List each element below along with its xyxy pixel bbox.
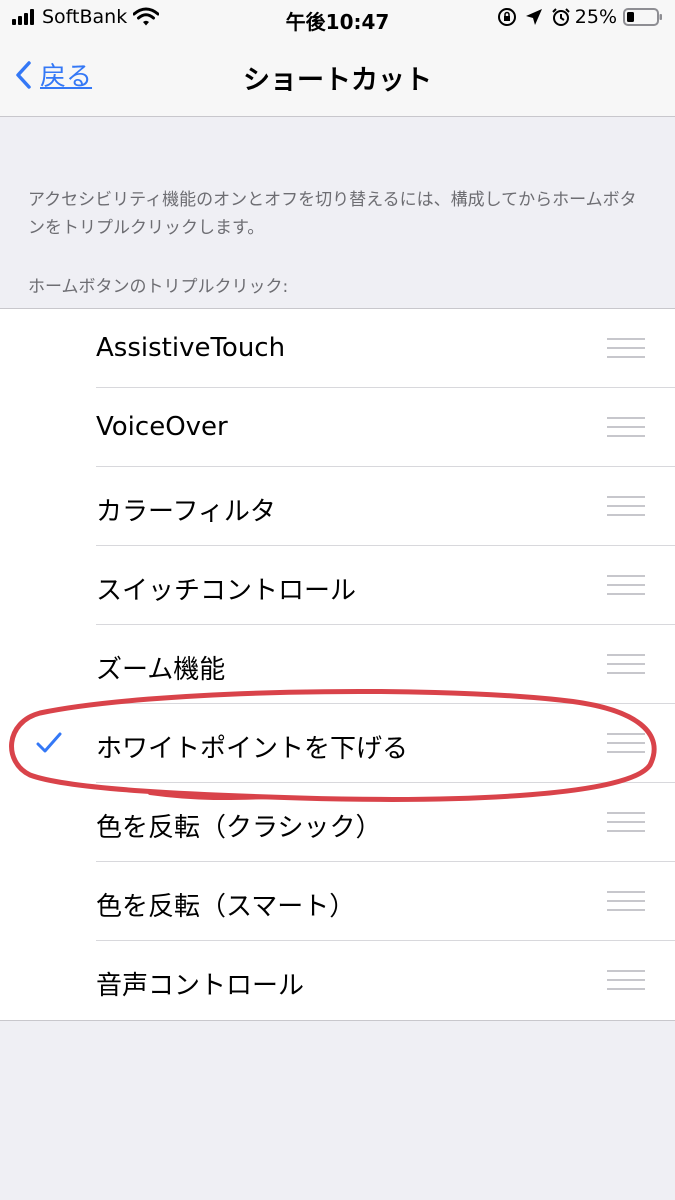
navigation-bar: 戻る ショートカット [0,38,675,117]
reorder-handle-icon[interactable] [607,654,645,674]
shortcut-list: AssistiveTouch VoiceOver カラーフィルタ スイッチコント… [0,308,675,1021]
battery-icon [623,8,662,26]
list-item-label: 音声コントロール [96,971,305,1001]
list-item-smart-invert[interactable]: 色を反転（スマート） [0,862,675,941]
list-item-label: カラーフィルタ [96,497,276,527]
list-item-label: ズーム機能 [96,655,226,685]
reorder-handle-icon[interactable] [607,812,645,832]
list-item-voiceover[interactable]: VoiceOver [0,388,675,467]
reorder-handle-icon[interactable] [607,891,645,911]
list-item-label: ホワイトポイントを下げる [96,734,409,764]
reorder-handle-icon[interactable] [607,733,645,753]
list-item-voice-control[interactable]: 音声コントロール [0,941,675,1020]
list-item-color-filters[interactable]: カラーフィルタ [0,467,675,546]
list-item-zoom[interactable]: ズーム機能 [0,625,675,704]
reorder-handle-icon[interactable] [607,575,645,595]
list-item-assistivetouch[interactable]: AssistiveTouch [0,309,675,388]
status-bar: SoftBank 午後10:47 25% [0,0,675,38]
shortcut-description: アクセシビリティ機能のオンとオフを切り替えるには、構成してからホームボタンをトリ… [28,190,637,238]
reorder-handle-icon[interactable] [607,970,645,990]
section-header: ホームボタンのトリプルクリック: [28,277,289,297]
list-item-label: AssistiveTouch [96,333,286,363]
list-item-label: 色を反転（クラシック） [96,813,382,843]
location-icon [525,9,542,25]
list-item-classic-invert[interactable]: 色を反転（クラシック） [0,783,675,862]
checkmark-icon [36,732,62,753]
list-item-label: VoiceOver [96,412,228,442]
reorder-handle-icon[interactable] [607,338,645,358]
status-right: 25% [497,6,663,28]
reorder-handle-icon[interactable] [607,496,645,516]
list-item-label: 色を反転（スマート） [96,892,356,922]
alarm-icon [552,8,570,26]
battery-percent: 25% [574,6,617,28]
page-title: ショートカット [243,65,432,96]
orientation-lock-icon [497,8,516,26]
reorder-handle-icon[interactable] [607,417,645,437]
list-item-reduce-white-point[interactable]: ホワイトポイントを下げる [0,704,675,783]
list-item-label: スイッチコントロール [96,576,357,606]
list-item-switch-control[interactable]: スイッチコントロール [0,546,675,625]
